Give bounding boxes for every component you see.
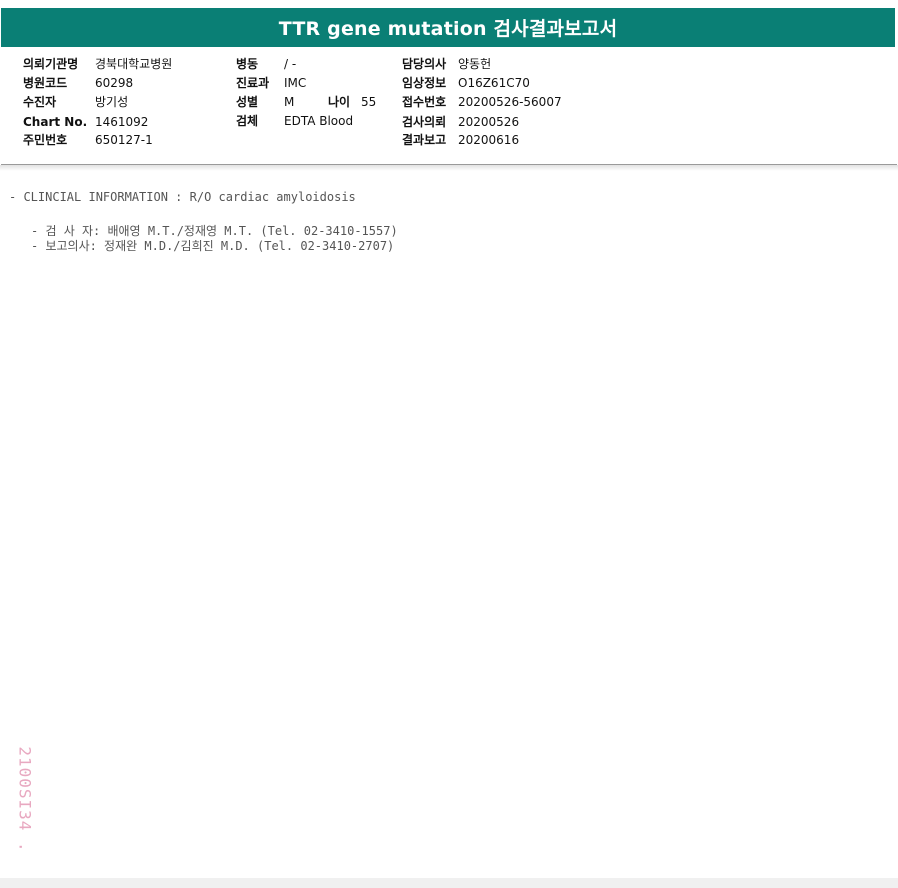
clinical-info-field: 임상정보 O16Z61C70 [402,76,530,90]
panel-divider [0,165,898,171]
department-label: 진료과 [236,76,270,90]
patient-name-label: 수진자 [23,95,57,109]
doctor-label: 담당의사 [402,57,447,71]
ward-field: 병동 / - [236,57,296,71]
department-value: IMC [284,76,307,90]
hospital-code-label: 병원코드 [23,76,68,90]
resident-no-value: 650127-1 [95,133,153,147]
report-date-field: 결과보고 20200616 [402,133,519,147]
request-date-field: 검사의뢰 20200526 [402,115,519,129]
clinical-info-value: O16Z61C70 [458,76,530,90]
sex-label: 성별 [236,95,259,109]
request-date-value: 20200526 [458,115,520,129]
ward-value: / - [284,57,297,71]
patient-name-value: 방기성 [95,95,129,109]
doctor-field: 담당의사 양동헌 [402,57,491,71]
report-date-label: 결과보고 [402,133,447,147]
report-title: TTR gene mutation 검사결과보고서 [1,8,895,47]
resident-no-label: 주민번호 [23,133,68,147]
chart-no-field: Chart No. 1461092 [23,115,148,129]
specimen-label: 검체 [236,114,259,128]
report-date-value: 20200616 [458,133,520,147]
clinical-info-label: 임상정보 [402,76,447,90]
receipt-no-field: 접수번호 20200526-56007 [402,95,562,109]
sex-value: M [284,95,295,109]
clinical-information-line: - CLINCIAL INFORMATION : R/O cardiac amy… [9,190,356,204]
specimen-value: EDTA Blood [284,114,354,128]
request-date-label: 검사의뢰 [402,115,447,129]
chart-no-label: Chart No. [23,115,88,129]
institution-value: 경북대학교병원 [95,57,173,71]
age-value: 55 [361,95,377,109]
doctor-value: 양동헌 [458,57,492,71]
age-field: 나이 55 [328,95,376,109]
hospital-code-value: 60298 [95,76,134,90]
sex-field: 성별 M [236,95,294,109]
age-label: 나이 [328,95,351,109]
patient-name-field: 수진자 방기성 [23,95,128,109]
resident-no-field: 주민번호 650127-1 [23,133,153,147]
institution-label: 의뢰기관명 [23,57,79,71]
specimen-field: 검체 EDTA Blood [236,114,353,128]
receipt-no-value: 20200526-56007 [458,95,562,109]
ward-label: 병동 [236,57,259,71]
institution-field: 의뢰기관명 경북대학교병원 [23,57,172,71]
receipt-no-label: 접수번호 [402,95,447,109]
specimen-stamp-watermark: 2100SI34 . [15,746,35,853]
reporter-line: - 보고의사: 정재완 M.D./김희진 M.D. (Tel. 02-3410-… [31,239,395,253]
patient-info-panel: 의뢰기관명 경북대학교병원 병원코드 60298 수진자 방기성 Chart No. 1… [1,47,897,165]
department-field: 진료과 IMC [236,76,306,90]
hospital-code-field: 병원코드 60298 [23,76,133,90]
chart-no-value: 1461092 [95,115,149,129]
footer-bar [0,878,898,888]
